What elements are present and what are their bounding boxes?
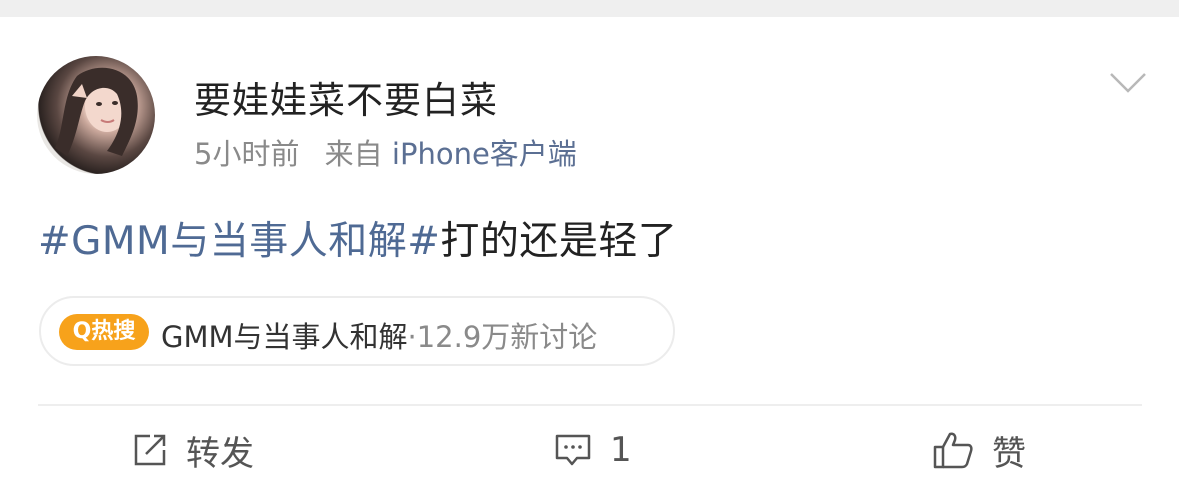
hot-search-card[interactable]: Q热搜 GMM与当事人和解·12.9万新讨论	[39, 296, 675, 366]
hashtag-link[interactable]: #GMM与当事人和解#	[38, 219, 440, 264]
like-icon	[933, 432, 973, 469]
username[interactable]: 要娃娃菜不要白菜	[194, 70, 498, 124]
top-separator-bar	[0, 0, 1179, 17]
repost-icon	[134, 434, 166, 466]
comment-count: 1	[610, 430, 632, 470]
hot-search-badge: Q热搜	[59, 314, 149, 350]
post-time: 5小时前	[194, 137, 300, 171]
post-content: #GMM与当事人和解#打的还是轻了	[38, 210, 677, 266]
post-text: 打的还是轻了	[440, 219, 678, 264]
chevron-down-icon[interactable]	[1108, 70, 1148, 96]
repost-label: 转发	[186, 433, 254, 474]
hot-search-title: GMM与当事人和解·12.9万新讨论	[161, 314, 597, 356]
source-prefix: 来自	[324, 137, 383, 171]
hot-search-topic: GMM与当事人和解	[161, 320, 408, 354]
post-source[interactable]: iPhone客户端	[392, 137, 577, 171]
repost-button[interactable]: 转发	[132, 428, 254, 474]
avatar[interactable]	[37, 56, 155, 174]
avatar-image	[55, 67, 138, 156]
comment-button[interactable]: 1	[554, 428, 632, 472]
like-button[interactable]: 赞	[932, 428, 1026, 474]
comment-icon	[555, 434, 591, 466]
post-meta: 5小时前 来自 iPhone客户端	[194, 131, 577, 173]
divider	[38, 404, 1142, 406]
like-label: 赞	[992, 433, 1026, 474]
hot-search-count: ·12.9万新讨论	[407, 320, 598, 354]
